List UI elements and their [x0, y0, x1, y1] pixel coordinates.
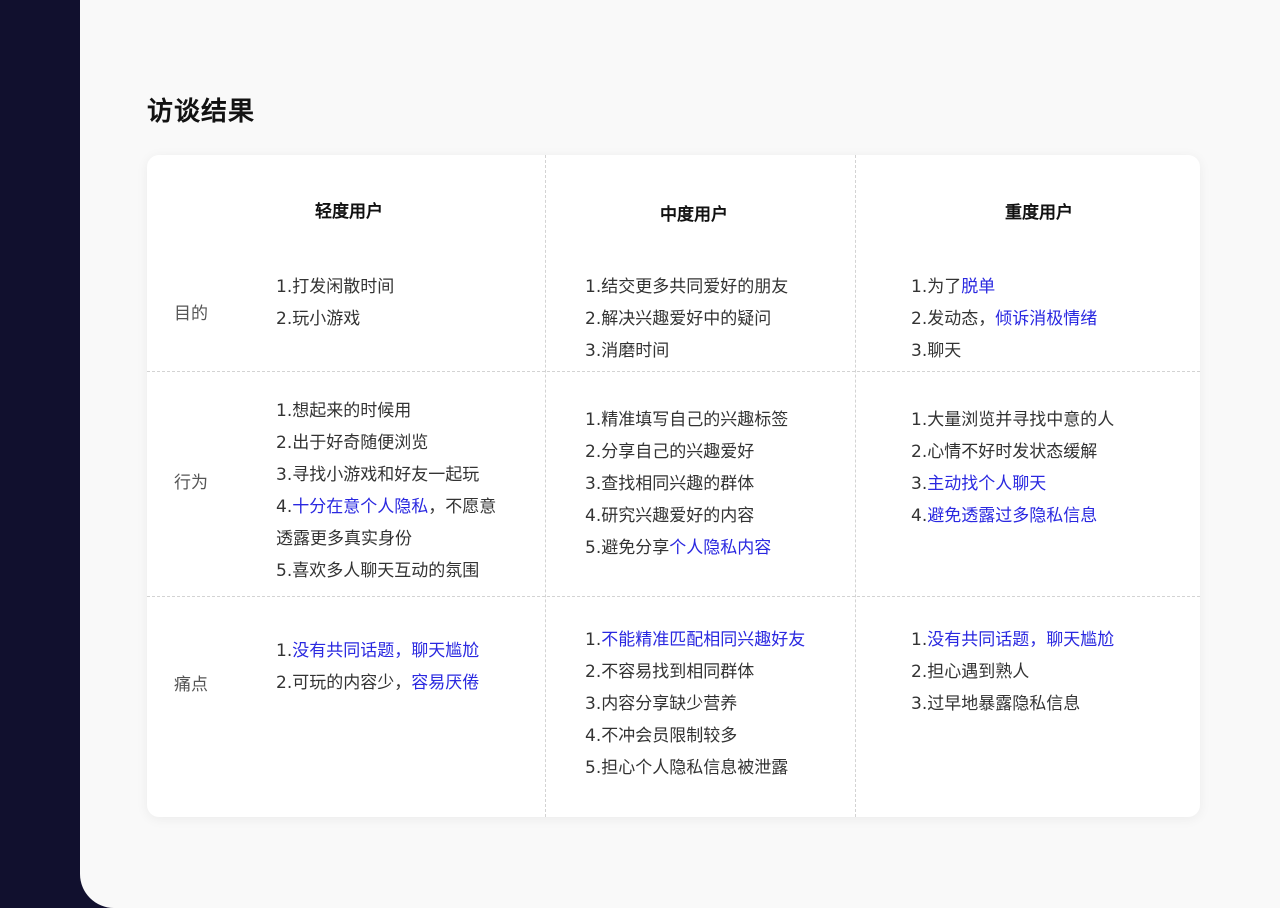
- cell-line: 3.主动找个人聊天: [911, 468, 1114, 500]
- cell-text: 3.查找相同兴趣的群体: [585, 474, 755, 494]
- cell-line: 2.心情不好时发状态缓解: [911, 436, 1114, 468]
- cell-line: 5.避免分享个人隐私内容: [585, 532, 788, 564]
- cell-text: 3.内容分享缺少营养: [585, 694, 738, 714]
- cell-purpose-heavy: 1.为了脱单 2.发动态，倾诉消极情绪 3.聊天: [911, 271, 1097, 367]
- cell-text: 4.研究兴趣爱好的内容: [585, 506, 755, 526]
- cell-line: 3.聊天: [911, 335, 1097, 367]
- cell-line: 2.解决兴趣爱好中的疑问: [585, 303, 788, 335]
- cell-line: 2.担心遇到熟人: [911, 656, 1114, 688]
- cell-line: 2.出于好奇随便浏览: [276, 427, 496, 459]
- cell-line: 2.不容易找到相同群体: [585, 656, 805, 688]
- cell-line: 3.查找相同兴趣的群体: [585, 468, 788, 500]
- row-label-purpose: 目的: [174, 304, 208, 324]
- cell-line: 1.不能精准匹配相同兴趣好友: [585, 624, 805, 656]
- cell-line: 4.十分在意个人隐私，不愿意: [276, 491, 496, 523]
- cell-line: 4.避免透露过多隐私信息: [911, 500, 1114, 532]
- row-label-behavior: 行为: [174, 473, 208, 493]
- cell-line: 2.发动态，倾诉消极情绪: [911, 303, 1097, 335]
- highlighted-text: 脱单: [961, 277, 996, 297]
- cell-text: 4.: [911, 506, 928, 526]
- cell-line: 3.内容分享缺少营养: [585, 688, 805, 720]
- highlighted-text: 没有共同话题，聊天尴尬: [292, 641, 480, 661]
- highlighted-text: 个人隐私内容: [669, 538, 772, 558]
- cell-line: 5.喜欢多人聊天互动的氛围: [276, 555, 496, 587]
- column-divider: [545, 155, 546, 817]
- cell-line: 2.可玩的内容少，容易厌倦: [276, 667, 479, 699]
- cell-line: 4.研究兴趣爱好的内容: [585, 500, 788, 532]
- highlighted-text: 没有共同话题，聊天尴尬: [927, 630, 1115, 650]
- cell-line: 1.为了脱单: [911, 271, 1097, 303]
- cell-text: 4.: [276, 497, 293, 517]
- cell-behavior-heavy: 1.大量浏览并寻找中意的人 2.心情不好时发状态缓解 3.主动找个人聊天 4.避免透露…: [911, 404, 1114, 532]
- cell-line: 透露更多真实身份: [276, 523, 496, 555]
- highlighted-text: 容易厌倦: [411, 673, 480, 693]
- cell-text: 2.担心遇到熟人: [911, 662, 1030, 682]
- cell-text: 3.消磨时间: [585, 341, 670, 361]
- cell-line: 3.消磨时间: [585, 335, 788, 367]
- cell-text: 1.想起来的时候用: [276, 401, 412, 421]
- cell-text: ，不愿意: [428, 497, 497, 517]
- cell-text: 1.: [911, 630, 928, 650]
- cell-line: 2.分享自己的兴趣爱好: [585, 436, 788, 468]
- cell-line: 2.玩小游戏: [276, 303, 394, 335]
- row-label-pain-points: 痛点: [174, 675, 208, 695]
- row-divider: [147, 371, 1200, 372]
- cell-line: 1.精准填写自己的兴趣标签: [585, 404, 788, 436]
- cell-purpose-medium: 1.结交更多共同爱好的朋友 2.解决兴趣爱好中的疑问 3.消磨时间: [585, 271, 788, 367]
- column-divider: [855, 155, 856, 817]
- cell-text: 4.不冲会员限制较多: [585, 726, 738, 746]
- highlighted-text: 十分在意个人隐私: [292, 497, 429, 517]
- cell-text: 1.精准填写自己的兴趣标签: [585, 410, 789, 430]
- cell-behavior-medium: 1.精准填写自己的兴趣标签 2.分享自己的兴趣爱好 3.查找相同兴趣的群体 4.研究兴…: [585, 404, 788, 564]
- cell-line: 1.结交更多共同爱好的朋友: [585, 271, 788, 303]
- cell-text: 2.出于好奇随便浏览: [276, 433, 429, 453]
- cell-line: 3.寻找小游戏和好友一起玩: [276, 459, 496, 491]
- column-header-light: 轻度用户: [315, 202, 383, 222]
- row-divider: [147, 596, 1200, 597]
- highlighted-text: 不能精准匹配相同兴趣好友: [601, 630, 806, 650]
- cell-text: 2.不容易找到相同群体: [585, 662, 755, 682]
- cell-text: 2.可玩的内容少，: [276, 673, 412, 693]
- column-header-medium: 中度用户: [660, 205, 728, 225]
- cell-text: 3.: [911, 474, 928, 494]
- highlighted-text: 主动找个人聊天: [927, 474, 1047, 494]
- page-title: 访谈结果: [147, 97, 256, 127]
- cell-pain-heavy: 1.没有共同话题，聊天尴尬 2.担心遇到熟人 3.过早地暴露隐私信息: [911, 624, 1114, 720]
- cell-text: 3.寻找小游戏和好友一起玩: [276, 465, 480, 485]
- cell-text: 1.大量浏览并寻找中意的人: [911, 410, 1115, 430]
- cell-text: 1.结交更多共同爱好的朋友: [585, 277, 789, 297]
- highlighted-text: 避免透露过多隐私信息: [927, 506, 1098, 526]
- cell-text: 1.: [276, 641, 293, 661]
- cell-text: 5.喜欢多人聊天互动的氛围: [276, 561, 480, 581]
- cell-text: 3.聊天: [911, 341, 962, 361]
- cell-line: 1.打发闲散时间: [276, 271, 394, 303]
- cell-pain-light: 1.没有共同话题，聊天尴尬 2.可玩的内容少，容易厌倦: [276, 635, 479, 699]
- cell-line: 1.没有共同话题，聊天尴尬: [911, 624, 1114, 656]
- cell-line: 4.不冲会员限制较多: [585, 720, 805, 752]
- cell-text: 1.为了: [911, 277, 962, 297]
- cell-text: 2.分享自己的兴趣爱好: [585, 442, 755, 462]
- cell-text: 1.打发闲散时间: [276, 277, 395, 297]
- cell-text: 2.心情不好时发状态缓解: [911, 442, 1098, 462]
- cell-text: 5.担心个人隐私信息被泄露: [585, 758, 789, 778]
- highlighted-text: 倾诉消极情绪: [995, 309, 1098, 329]
- cell-text: 3.过早地暴露隐私信息: [911, 694, 1081, 714]
- cell-purpose-light: 1.打发闲散时间 2.玩小游戏: [276, 271, 394, 335]
- column-header-heavy: 重度用户: [1005, 203, 1073, 223]
- cell-line: 1.大量浏览并寻找中意的人: [911, 404, 1114, 436]
- cell-line: 1.想起来的时候用: [276, 395, 496, 427]
- results-table: 轻度用户 中度用户 重度用户 目的 行为 痛点 1.打发闲散时间 2.玩小游戏 1…: [147, 155, 1200, 817]
- page: 访谈结果 轻度用户 中度用户 重度用户 目的 行为 痛点 1.打发闲散时间 2.玩…: [80, 0, 1280, 908]
- cell-text: 2.玩小游戏: [276, 309, 361, 329]
- cell-text: 1.: [585, 630, 602, 650]
- cell-text: 2.发动态，: [911, 309, 996, 329]
- cell-line: 5.担心个人隐私信息被泄露: [585, 752, 805, 784]
- cell-text: 2.解决兴趣爱好中的疑问: [585, 309, 772, 329]
- cell-line: 1.没有共同话题，聊天尴尬: [276, 635, 479, 667]
- cell-line: 3.过早地暴露隐私信息: [911, 688, 1114, 720]
- cell-text: 5.避免分享: [585, 538, 670, 558]
- cell-text: 透露更多真实身份: [276, 529, 412, 549]
- cell-behavior-light: 1.想起来的时候用 2.出于好奇随便浏览 3.寻找小游戏和好友一起玩 4.十分在意个人…: [276, 395, 496, 587]
- cell-pain-medium: 1.不能精准匹配相同兴趣好友 2.不容易找到相同群体 3.内容分享缺少营养 4.不冲会…: [585, 624, 805, 784]
